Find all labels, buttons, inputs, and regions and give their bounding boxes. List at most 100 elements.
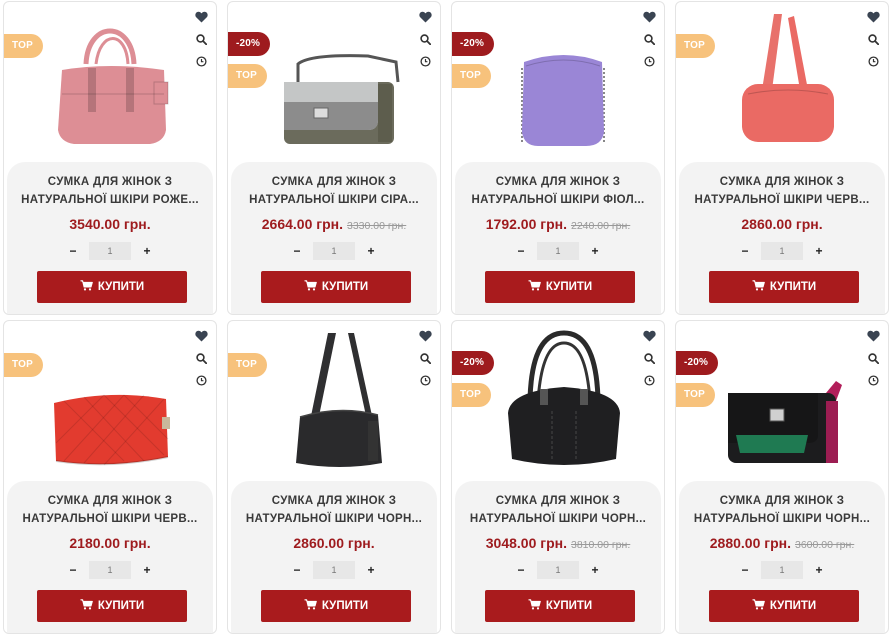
product-price: 2860.00 грн. (741, 216, 823, 232)
product-image[interactable] (4, 321, 216, 481)
product-card[interactable]: -20% TOP СУМКА ДЛЯ ЖІНОК З НАТУРАЛЬНОЇ ШК… (675, 320, 889, 634)
quantity-increase-button[interactable]: + (585, 242, 605, 260)
clock-icon[interactable] (866, 54, 880, 68)
search-icon[interactable] (642, 32, 656, 46)
heart-icon[interactable] (194, 329, 208, 343)
quantity-decrease-button[interactable]: − (287, 561, 307, 579)
clock-icon[interactable] (866, 373, 880, 387)
product-title[interactable]: СУМКА ДЛЯ ЖІНОК З НАТУРАЛЬНОЇ ШКІРИ СІРА… (239, 173, 429, 209)
quantity-increase-button[interactable]: + (137, 242, 157, 260)
product-title[interactable]: СУМКА ДЛЯ ЖІНОК З НАТУРАЛЬНОЇ ШКІРИ ФІОЛ… (463, 173, 653, 209)
quantity-increase-button[interactable]: + (361, 561, 381, 579)
heart-icon[interactable] (642, 329, 656, 343)
heart-icon[interactable] (866, 10, 880, 24)
buy-button-label: КУПИТИ (545, 281, 593, 293)
quantity-increase-button[interactable]: + (809, 561, 829, 579)
search-icon[interactable] (642, 351, 656, 365)
search-icon[interactable] (194, 32, 208, 46)
product-actions (194, 10, 208, 68)
clock-icon[interactable] (194, 373, 208, 387)
quantity-decrease-button[interactable]: − (287, 242, 307, 260)
quantity-stepper: − + (455, 242, 661, 260)
buy-button[interactable]: КУПИТИ (261, 271, 411, 303)
product-card[interactable]: -20% TOP СУМКА ДЛЯ ЖІНОК З НАТУРАЛЬНОЇ ШК… (227, 1, 441, 315)
product-title-line1[interactable]: СУМКА ДЛЯ ЖІНОК З (687, 492, 877, 510)
quantity-input[interactable] (761, 242, 803, 260)
product-card[interactable]: TOP СУМКА ДЛЯ ЖІНОК З НАТУРАЛЬНОЇ ШКІРИ … (227, 320, 441, 634)
heart-icon[interactable] (418, 329, 432, 343)
quantity-increase-button[interactable]: + (809, 242, 829, 260)
buy-button[interactable]: КУПИТИ (37, 271, 187, 303)
search-icon[interactable] (866, 32, 880, 46)
search-icon[interactable] (866, 351, 880, 365)
product-image[interactable] (4, 2, 216, 162)
heart-icon[interactable] (418, 10, 432, 24)
product-title-line1[interactable]: СУМКА ДЛЯ ЖІНОК З (15, 173, 205, 191)
product-image[interactable] (228, 321, 440, 481)
product-title-line1[interactable]: СУМКА ДЛЯ ЖІНОК З (463, 173, 653, 191)
quantity-decrease-button[interactable]: − (63, 561, 83, 579)
search-icon[interactable] (194, 351, 208, 365)
product-card[interactable]: -20% TOP СУМКА ДЛЯ ЖІНОК З НАТУРАЛЬНОЇ ШК… (451, 320, 665, 634)
top-badge: TOP (4, 34, 43, 58)
quantity-input[interactable] (537, 242, 579, 260)
quantity-increase-button[interactable]: + (361, 242, 381, 260)
product-title[interactable]: СУМКА ДЛЯ ЖІНОК З НАТУРАЛЬНОЇ ШКІРИ ЧОРН… (239, 492, 429, 528)
product-title-line2[interactable]: НАТУРАЛЬНОЇ ШКІРИ ЧЕРВ... (15, 510, 205, 528)
quantity-input[interactable] (313, 561, 355, 579)
product-title-line2[interactable]: НАТУРАЛЬНОЇ ШКІРИ ЧЕРВ... (687, 191, 877, 209)
buy-button-label: КУПИТИ (769, 600, 817, 612)
quantity-input[interactable] (537, 561, 579, 579)
quantity-input[interactable] (313, 242, 355, 260)
product-title[interactable]: СУМКА ДЛЯ ЖІНОК З НАТУРАЛЬНОЇ ШКІРИ ЧОРН… (687, 492, 877, 528)
product-price: 2860.00 грн. (293, 535, 375, 551)
search-icon[interactable] (418, 32, 432, 46)
product-title-line2[interactable]: НАТУРАЛЬНОЇ ШКІРИ ЧОРН... (239, 510, 429, 528)
buy-button[interactable]: КУПИТИ (37, 590, 187, 622)
product-title-line1[interactable]: СУМКА ДЛЯ ЖІНОК З (15, 492, 205, 510)
clock-icon[interactable] (418, 373, 432, 387)
buy-button[interactable]: КУПИТИ (261, 590, 411, 622)
heart-icon[interactable] (194, 10, 208, 24)
clock-icon[interactable] (418, 54, 432, 68)
search-icon[interactable] (418, 351, 432, 365)
product-title-line1[interactable]: СУМКА ДЛЯ ЖІНОК З (239, 173, 429, 191)
quantity-decrease-button[interactable]: − (735, 561, 755, 579)
quantity-input[interactable] (761, 561, 803, 579)
product-card[interactable]: TOP СУМКА ДЛЯ ЖІНОК З НАТУРАЛЬНОЇ ШКІРИ … (3, 1, 217, 315)
product-card[interactable]: TOP СУМКА ДЛЯ ЖІНОК З НАТУРАЛЬНОЇ ШКІРИ … (3, 320, 217, 634)
buy-button[interactable]: КУПИТИ (709, 271, 859, 303)
product-image[interactable] (676, 2, 888, 162)
clock-icon[interactable] (642, 54, 656, 68)
heart-icon[interactable] (642, 10, 656, 24)
product-card[interactable]: TOP СУМКА ДЛЯ ЖІНОК З НАТУРАЛЬНОЇ ШКІРИ … (675, 1, 889, 315)
quantity-stepper: − + (679, 561, 885, 579)
product-title-line2[interactable]: НАТУРАЛЬНОЇ ШКІРИ ЧОРН... (463, 510, 653, 528)
product-title-line2[interactable]: НАТУРАЛЬНОЇ ШКІРИ СІРА... (239, 191, 429, 209)
product-title[interactable]: СУМКА ДЛЯ ЖІНОК З НАТУРАЛЬНОЇ ШКІРИ ЧЕРВ… (687, 173, 877, 209)
quantity-increase-button[interactable]: + (585, 561, 605, 579)
buy-button[interactable]: КУПИТИ (709, 590, 859, 622)
product-title-line1[interactable]: СУМКА ДЛЯ ЖІНОК З (687, 173, 877, 191)
clock-icon[interactable] (194, 54, 208, 68)
product-title[interactable]: СУМКА ДЛЯ ЖІНОК З НАТУРАЛЬНОЇ ШКІРИ РОЖЕ… (15, 173, 205, 209)
buy-button[interactable]: КУПИТИ (485, 271, 635, 303)
product-card[interactable]: -20% TOP СУМКА ДЛЯ ЖІНОК З НАТУРАЛЬНОЇ ШК… (451, 1, 665, 315)
product-title-line2[interactable]: НАТУРАЛЬНОЇ ШКІРИ ЧОРН... (687, 510, 877, 528)
quantity-decrease-button[interactable]: − (511, 561, 531, 579)
heart-icon[interactable] (866, 329, 880, 343)
quantity-decrease-button[interactable]: − (511, 242, 531, 260)
buy-button[interactable]: КУПИТИ (485, 590, 635, 622)
product-title[interactable]: СУМКА ДЛЯ ЖІНОК З НАТУРАЛЬНОЇ ШКІРИ ЧЕРВ… (15, 492, 205, 528)
quantity-input[interactable] (89, 242, 131, 260)
quantity-input[interactable] (89, 561, 131, 579)
quantity-decrease-button[interactable]: − (735, 242, 755, 260)
product-title-line1[interactable]: СУМКА ДЛЯ ЖІНОК З (463, 492, 653, 510)
quantity-increase-button[interactable]: + (137, 561, 157, 579)
product-title-line1[interactable]: СУМКА ДЛЯ ЖІНОК З (239, 492, 429, 510)
quantity-decrease-button[interactable]: − (63, 242, 83, 260)
product-title-line2[interactable]: НАТУРАЛЬНОЇ ШКІРИ ФІОЛ... (463, 191, 653, 209)
clock-icon[interactable] (642, 373, 656, 387)
product-title-line2[interactable]: НАТУРАЛЬНОЇ ШКІРИ РОЖЕ... (15, 191, 205, 209)
product-title[interactable]: СУМКА ДЛЯ ЖІНОК З НАТУРАЛЬНОЇ ШКІРИ ЧОРН… (463, 492, 653, 528)
